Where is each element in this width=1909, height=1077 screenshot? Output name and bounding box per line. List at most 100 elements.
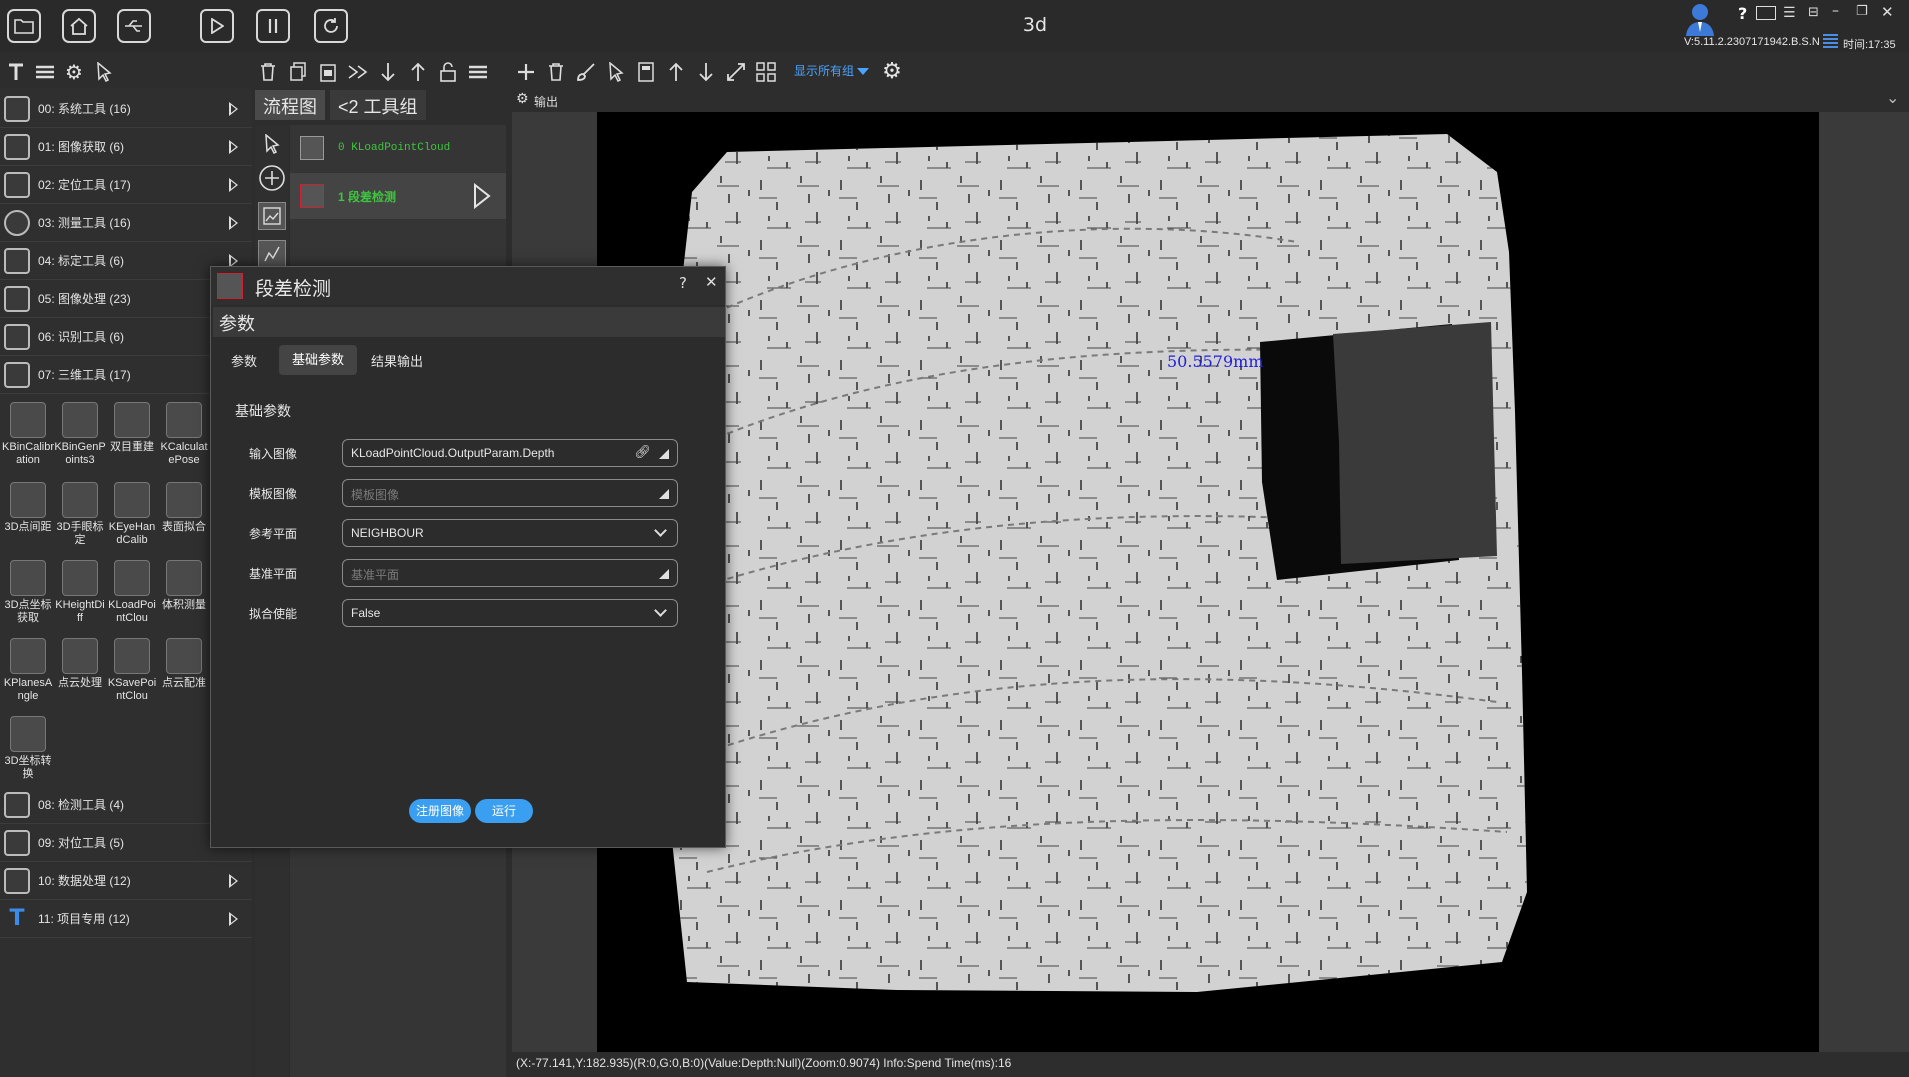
flow-select-icon[interactable]	[260, 132, 284, 156]
calculator-icon[interactable]	[634, 60, 658, 84]
dialog-close-icon[interactable]: ✕	[705, 273, 718, 291]
template-image-label: 模板图像	[249, 487, 298, 501]
dialog-help-icon[interactable]: ?	[679, 274, 687, 292]
tool-3d-coord-transform[interactable]: 3D坐标转换	[2, 716, 54, 794]
brush-icon[interactable]	[574, 60, 598, 84]
tool-stereo-reconstruction[interactable]: 双目重建	[106, 402, 158, 480]
tool-keyehandcalib[interactable]: KEyeHandCalib	[106, 482, 158, 560]
link-menu-icon[interactable]	[659, 449, 669, 459]
grid-layout-icon[interactable]	[754, 60, 778, 84]
minimize-icon[interactable]: –	[1832, 3, 1839, 19]
play-icon[interactable]	[200, 9, 234, 43]
tool-kcalculatepose[interactable]: KCalculatePose	[158, 402, 210, 480]
template-image-field[interactable]: 模板图像	[342, 479, 678, 507]
tab-basic-params[interactable]: 基础参数	[279, 345, 357, 375]
tool-ksavepointcloud[interactable]: KSavePointClou	[106, 638, 158, 716]
tool-3d-hand-eye[interactable]: 3D手眼标定	[54, 482, 106, 560]
link-menu-icon[interactable]	[659, 569, 669, 579]
tool-3d-point-coord[interactable]: 3D点坐标获取	[2, 560, 54, 638]
paste-icon[interactable]	[316, 60, 340, 84]
tool-volume-measure[interactable]: 体积测量	[158, 560, 210, 638]
arrow-up-icon[interactable]	[664, 60, 688, 84]
fit-enable-select[interactable]: False	[342, 599, 678, 627]
move-up-icon[interactable]	[406, 60, 430, 84]
select-icon[interactable]	[604, 60, 628, 84]
show-groups-dropdown[interactable]: 显示所有组	[794, 62, 870, 79]
flow-chart-node-icon[interactable]	[258, 240, 286, 268]
grid-menu-icon[interactable]	[1823, 34, 1838, 48]
tool-kplanesangle[interactable]: KPlanesAngle	[2, 638, 54, 716]
unlock-icon[interactable]	[436, 60, 460, 84]
expand-arrow-icon[interactable]	[229, 140, 238, 154]
inspection-tools-icon	[4, 791, 30, 818]
pin-icon[interactable]: ⊟	[1808, 5, 1819, 20]
open-folder-icon[interactable]	[7, 9, 41, 43]
category-project-special[interactable]: T 11: 项目专用 (12)	[0, 900, 252, 938]
flow-node-loadpointcloud[interactable]: 0 KLoadPointCloud	[290, 125, 506, 171]
delete-icon[interactable]	[256, 60, 280, 84]
depth-image-viewer[interactable]: 50.5579mm	[597, 112, 1819, 1052]
register-image-button[interactable]: 注册图像	[409, 799, 471, 823]
tab-flowchart[interactable]: 流程图	[255, 90, 325, 120]
tool-kloadpointcloud[interactable]: KLoadPointClou	[106, 560, 158, 638]
move-down-icon[interactable]	[376, 60, 400, 84]
tool-3d-point-distance[interactable]: 3D点间距	[2, 482, 54, 560]
help-icon[interactable]: ?	[1738, 4, 1747, 23]
add-icon[interactable]	[514, 60, 538, 84]
tool-pointcloud-process[interactable]: 点云处理	[54, 638, 106, 716]
close-window-icon[interactable]: ✕	[1881, 3, 1894, 21]
tool-kbingenpoints3[interactable]: KBinGenPoints3	[54, 402, 106, 480]
list-icon[interactable]	[33, 60, 57, 84]
settings-gear-icon[interactable]: ⚙	[62, 60, 86, 84]
tool-surface-fit[interactable]: 表面拟合	[158, 482, 210, 560]
usb-icon[interactable]	[117, 9, 151, 43]
home-icon[interactable]	[62, 9, 96, 43]
expand-arrow-icon[interactable]	[229, 216, 238, 230]
run-button[interactable]: 运行	[475, 799, 533, 823]
flow-add-node-icon[interactable]	[258, 164, 286, 192]
category-label: 11: 项目专用 (12)	[38, 912, 130, 926]
expand-arrow-icon[interactable]	[229, 912, 238, 926]
input-image-field[interactable]: KLoadPointCloud.OutputParam.Depth 🔗︎	[342, 439, 678, 467]
restore-icon[interactable]: ❐	[1856, 4, 1868, 19]
text-tool-icon[interactable]	[4, 60, 28, 84]
category-measure-tools[interactable]: 03: 测量工具 (16)	[0, 204, 252, 242]
pointer-icon[interactable]	[92, 60, 116, 84]
collapse-chevron-icon[interactable]: ⌄	[1886, 88, 1899, 107]
category-system-tools[interactable]: 00: 系统工具 (16)	[0, 90, 252, 128]
tool-kbincalibration[interactable]: KBinCalibration	[2, 402, 54, 480]
menu-icon[interactable]	[466, 60, 490, 84]
category-image-acquisition[interactable]: 01: 图像获取 (6)	[0, 128, 252, 166]
flow-image-node-icon[interactable]	[258, 202, 286, 230]
tab-tool-group[interactable]: <2 工具组	[330, 90, 426, 120]
tool-kheightdiff[interactable]: KHeightDiff	[54, 560, 106, 638]
reference-plane-label: 参考平面	[249, 527, 298, 541]
copy-icon[interactable]	[286, 60, 310, 84]
category-data-processing[interactable]: 10: 数据处理 (12)	[0, 862, 252, 900]
pause-icon[interactable]	[256, 9, 290, 43]
list-menu-icon[interactable]: ☰	[1783, 5, 1796, 21]
status-bar: (X:-77.141,Y:182.935)(R:0,G:0,B:0)(Value…	[512, 1052, 1909, 1077]
link-icon[interactable]: 🔗︎	[634, 444, 651, 460]
user-avatar-icon[interactable]	[1682, 2, 1718, 36]
category-location-tools[interactable]: 02: 定位工具 (17)	[0, 166, 252, 204]
tab-result-output[interactable]: 结果输出	[371, 351, 423, 370]
expand-arrow-icon[interactable]	[229, 102, 238, 116]
run-node-icon[interactable]	[472, 183, 492, 209]
expand-arrow-icon[interactable]	[229, 874, 238, 888]
tool-pointcloud-registration[interactable]: 点云配准	[158, 638, 210, 716]
link-menu-icon[interactable]	[659, 489, 669, 499]
fullscreen-icon[interactable]	[724, 60, 748, 84]
tab-params[interactable]: 参数	[231, 351, 257, 370]
base-plane-field[interactable]: 基准平面	[342, 559, 678, 587]
fast-forward-icon[interactable]	[346, 60, 370, 84]
expand-arrow-icon[interactable]	[229, 178, 238, 192]
clear-icon[interactable]	[544, 60, 568, 84]
dialog-title-bar[interactable]: 段差检测 ? ✕	[211, 267, 725, 305]
arrow-down-icon[interactable]	[694, 60, 718, 84]
output-settings-gear-icon[interactable]: ⚙	[880, 59, 904, 84]
keyboard-icon[interactable]	[1756, 6, 1776, 20]
reference-plane-select[interactable]: NEIGHBOUR	[342, 519, 678, 547]
loop-icon[interactable]	[314, 9, 348, 43]
flow-node-step-detect[interactable]: 1 段差检测	[290, 173, 506, 219]
